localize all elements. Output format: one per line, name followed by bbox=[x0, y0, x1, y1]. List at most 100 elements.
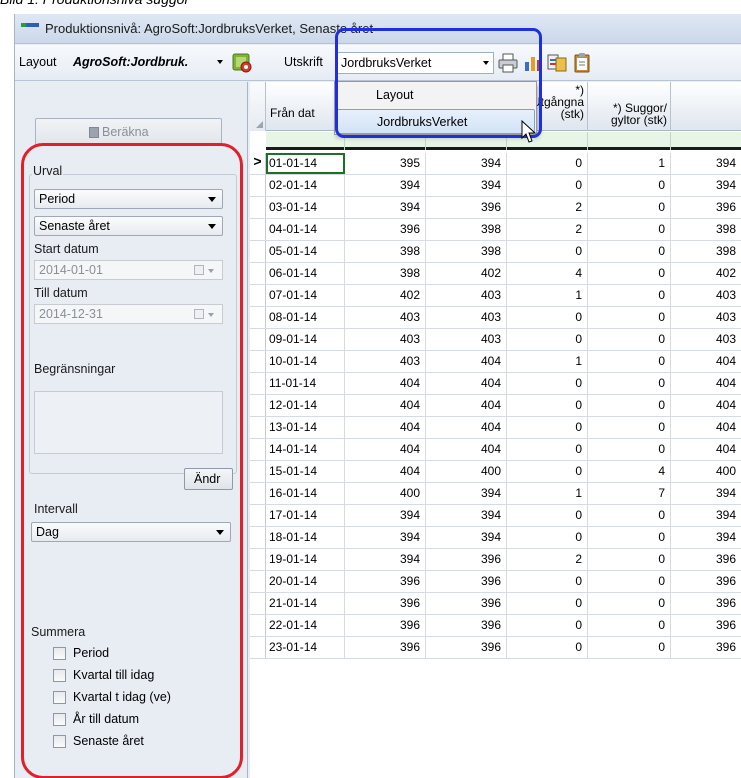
date-cell[interactable]: 05-01-14 bbox=[266, 241, 345, 262]
date-cell[interactable]: 17-01-14 bbox=[266, 505, 345, 526]
value-cell[interactable]: 0 bbox=[507, 175, 588, 196]
date-cell[interactable]: 12-01-14 bbox=[266, 395, 345, 416]
table-row[interactable]: 18-01-14 394 394 0 0 394 bbox=[250, 527, 741, 549]
value-cell[interactable]: 400 bbox=[426, 461, 507, 482]
value-cell[interactable]: 0 bbox=[588, 593, 671, 614]
table-row[interactable]: 02-01-14 394 394 0 0 394 bbox=[250, 175, 741, 197]
date-cell[interactable]: 08-01-14 bbox=[266, 307, 345, 328]
table-row[interactable]: 05-01-14 398 398 0 0 398 bbox=[250, 241, 741, 263]
value-cell[interactable]: 2 bbox=[507, 197, 588, 218]
value-cell[interactable]: 403 bbox=[671, 329, 741, 350]
value-cell[interactable]: 404 bbox=[671, 395, 741, 416]
limits-list[interactable] bbox=[34, 391, 223, 454]
value-cell[interactable]: 394 bbox=[671, 175, 741, 196]
interval-select[interactable]: Dag bbox=[31, 522, 231, 542]
value-cell[interactable]: 403 bbox=[671, 285, 741, 306]
table-row[interactable]: 23-01-14 396 396 0 0 396 bbox=[250, 637, 741, 659]
checkbox[interactable] bbox=[53, 647, 66, 660]
date-cell[interactable]: 11-01-14 bbox=[266, 373, 345, 394]
value-cell[interactable]: 404 bbox=[345, 395, 426, 416]
value-cell[interactable]: 396 bbox=[426, 549, 507, 570]
value-cell[interactable]: 1 bbox=[507, 285, 588, 306]
value-cell[interactable]: 404 bbox=[671, 373, 741, 394]
table-row[interactable]: 19-01-14 394 396 2 0 396 bbox=[250, 549, 741, 571]
table-row[interactable]: 14-01-14 404 404 0 0 404 bbox=[250, 439, 741, 461]
table-row[interactable]: 15-01-14 404 400 0 4 400 bbox=[250, 461, 741, 483]
table-row[interactable]: 16-01-14 400 394 1 7 394 bbox=[250, 483, 741, 505]
value-cell[interactable]: 0 bbox=[507, 439, 588, 460]
table-row[interactable]: 03-01-14 394 396 2 0 396 bbox=[250, 197, 741, 219]
value-cell[interactable]: 0 bbox=[507, 461, 588, 482]
row-selector[interactable] bbox=[250, 417, 266, 438]
chart-icon[interactable] bbox=[522, 52, 544, 74]
printer-icon[interactable] bbox=[497, 52, 519, 74]
value-cell[interactable]: 404 bbox=[345, 439, 426, 460]
value-cell[interactable]: 396 bbox=[426, 593, 507, 614]
row-selector[interactable] bbox=[250, 285, 266, 306]
value-cell[interactable]: 394 bbox=[426, 527, 507, 548]
value-cell[interactable]: 394 bbox=[426, 483, 507, 504]
table-row[interactable]: 20-01-14 396 396 0 0 396 bbox=[250, 571, 741, 593]
value-cell[interactable]: 396 bbox=[426, 197, 507, 218]
value-cell[interactable]: 394 bbox=[671, 483, 741, 504]
value-cell[interactable]: 7 bbox=[588, 483, 671, 504]
row-selector[interactable] bbox=[250, 461, 266, 482]
value-cell[interactable]: 398 bbox=[345, 263, 426, 284]
row-selector[interactable] bbox=[250, 571, 266, 592]
date-cell[interactable]: 04-01-14 bbox=[266, 219, 345, 240]
row-selector[interactable] bbox=[250, 527, 266, 548]
value-cell[interactable]: 4 bbox=[507, 263, 588, 284]
value-cell[interactable]: 0 bbox=[588, 285, 671, 306]
value-cell[interactable]: 396 bbox=[426, 615, 507, 636]
value-cell[interactable]: 404 bbox=[426, 351, 507, 372]
table-row[interactable]: 10-01-14 403 404 1 0 404 bbox=[250, 351, 741, 373]
value-cell[interactable]: 0 bbox=[588, 197, 671, 218]
value-cell[interactable]: 404 bbox=[345, 461, 426, 482]
select-all-corner[interactable] bbox=[250, 82, 266, 131]
date-cell[interactable]: 09-01-14 bbox=[266, 329, 345, 350]
value-cell[interactable]: 0 bbox=[588, 395, 671, 416]
value-cell[interactable]: 0 bbox=[588, 373, 671, 394]
value-cell[interactable]: 404 bbox=[671, 439, 741, 460]
layout-combo[interactable]: AgroSoft:Jordbruk. bbox=[73, 52, 225, 74]
value-cell[interactable]: 403 bbox=[426, 307, 507, 328]
value-cell[interactable]: 394 bbox=[345, 549, 426, 570]
value-cell[interactable]: 398 bbox=[671, 241, 741, 262]
value-cell[interactable]: 402 bbox=[671, 263, 741, 284]
table-row[interactable]: 08-01-14 403 403 0 0 403 bbox=[250, 307, 741, 329]
value-cell[interactable]: 0 bbox=[588, 241, 671, 262]
value-cell[interactable]: 398 bbox=[345, 241, 426, 262]
value-cell[interactable]: 404 bbox=[426, 417, 507, 438]
value-cell[interactable]: 396 bbox=[426, 571, 507, 592]
value-cell[interactable]: 394 bbox=[426, 505, 507, 526]
date-cell[interactable]: 19-01-14 bbox=[266, 549, 345, 570]
value-cell[interactable]: 0 bbox=[507, 593, 588, 614]
date-cell[interactable]: 18-01-14 bbox=[266, 527, 345, 548]
value-cell[interactable]: 403 bbox=[426, 285, 507, 306]
value-cell[interactable]: 394 bbox=[345, 505, 426, 526]
header-sows-gilts[interactable]: *) Suggor/gyltor (stk) bbox=[588, 82, 671, 131]
date-cell[interactable]: 14-01-14 bbox=[266, 439, 345, 460]
value-cell[interactable]: 398 bbox=[426, 219, 507, 240]
print-layout-combo[interactable]: JordbruksVerket bbox=[336, 52, 494, 74]
value-cell[interactable]: 0 bbox=[588, 615, 671, 636]
value-cell[interactable]: 0 bbox=[507, 329, 588, 350]
value-cell[interactable]: 0 bbox=[588, 329, 671, 350]
value-cell[interactable]: 404 bbox=[345, 417, 426, 438]
value-cell[interactable]: 396 bbox=[345, 219, 426, 240]
value-cell[interactable]: 2 bbox=[507, 549, 588, 570]
row-selector[interactable] bbox=[250, 197, 266, 218]
filter-cell[interactable] bbox=[671, 132, 741, 150]
checkbox[interactable] bbox=[53, 691, 66, 704]
table-row[interactable]: 12-01-14 404 404 0 0 404 bbox=[250, 395, 741, 417]
value-cell[interactable]: 0 bbox=[588, 549, 671, 570]
value-cell[interactable]: 403 bbox=[426, 329, 507, 350]
value-cell[interactable]: 0 bbox=[588, 527, 671, 548]
value-cell[interactable]: 4 bbox=[588, 461, 671, 482]
value-cell[interactable]: 398 bbox=[426, 241, 507, 262]
value-cell[interactable]: 0 bbox=[588, 505, 671, 526]
header-column-6[interactable] bbox=[671, 82, 741, 131]
date-cell[interactable]: 03-01-14 bbox=[266, 197, 345, 218]
value-cell[interactable]: 0 bbox=[588, 307, 671, 328]
value-cell[interactable]: 400 bbox=[671, 461, 741, 482]
